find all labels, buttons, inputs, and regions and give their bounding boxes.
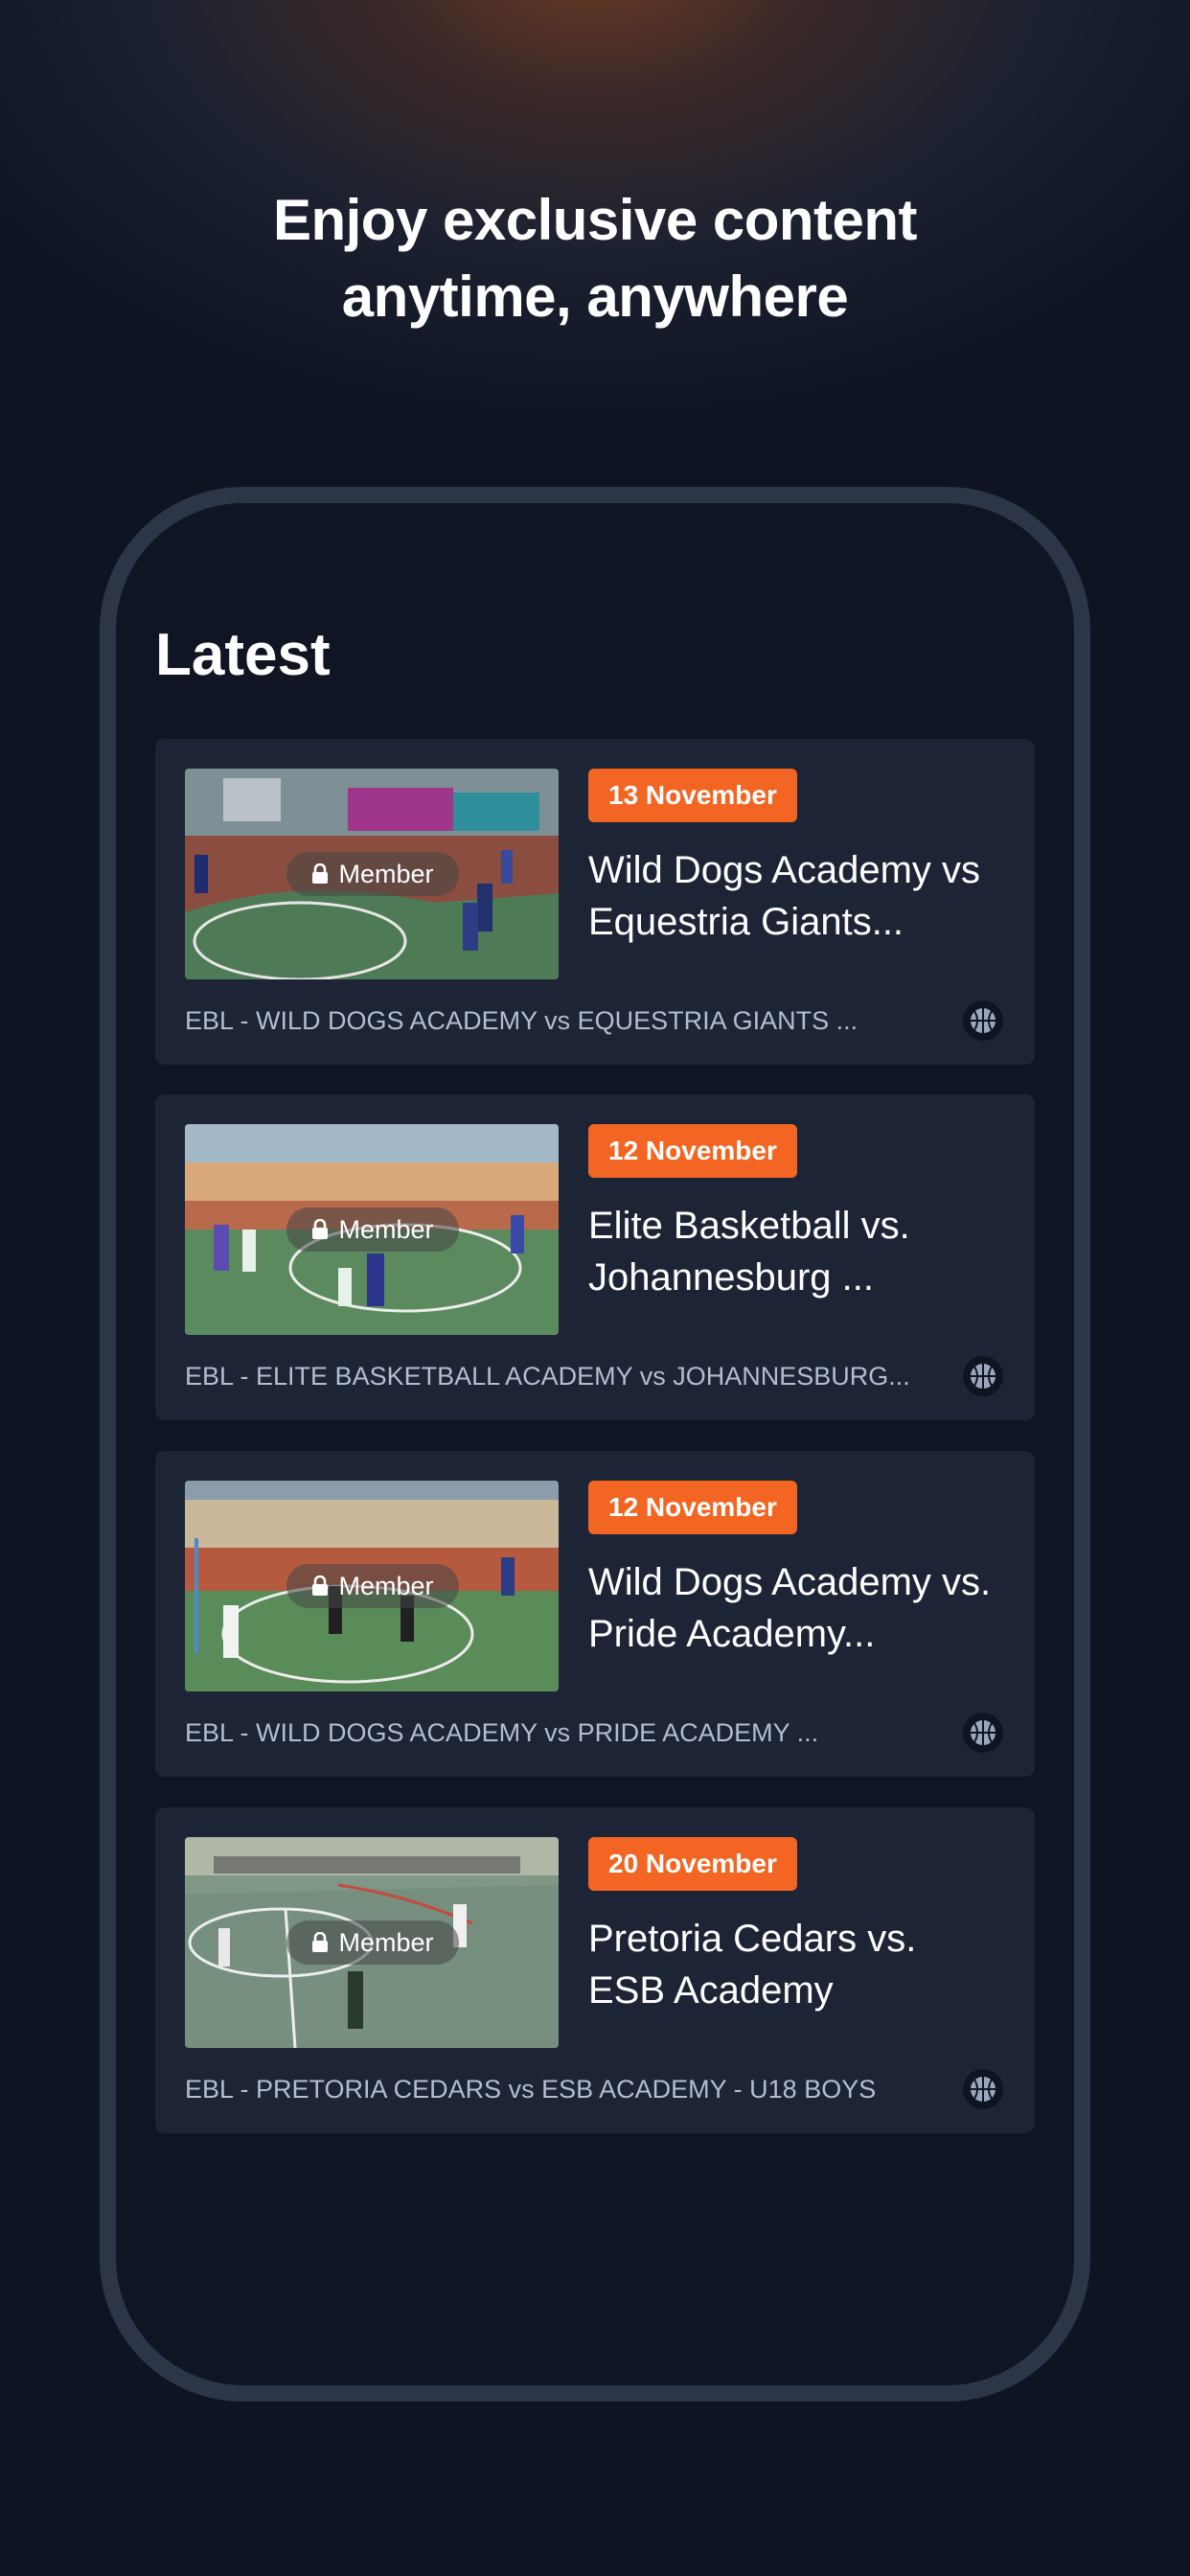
card-title-line-1: Pretoria Cedars vs. (588, 1918, 917, 1960)
member-label: Member (338, 1214, 434, 1244)
card-title-line-1: Wild Dogs Academy vs (588, 849, 981, 891)
headline: Enjoy exclusive content anytime, anywher… (0, 182, 1190, 335)
member-badge: Member (286, 1920, 459, 1965)
lock-icon (312, 863, 329, 884)
card-title-line-1: Elite Basketball vs. (588, 1205, 910, 1247)
headline-line-2: anytime, anywhere (341, 264, 849, 329)
card-title-line-1: Wild Dogs Academy vs. (588, 1561, 992, 1603)
member-label: Member (338, 1927, 434, 1957)
video-card[interactable]: Member 13 November Wild Dogs Academy vs … (155, 739, 1035, 1065)
video-thumbnail[interactable]: Member (185, 1837, 559, 2048)
member-badge: Member (286, 1208, 459, 1252)
card-subtitle: EBL - ELITE BASKETBALL ACADEMY vs JOHANN… (185, 1362, 910, 1391)
card-title-line-2: ESB Academy (588, 1969, 834, 2012)
card-title: Wild Dogs Academy vs. Pride Academy... (588, 1556, 1019, 1660)
video-card[interactable]: Member 20 November Pretoria Cedars vs. E… (155, 1807, 1035, 2133)
video-thumbnail[interactable]: Member (185, 1481, 559, 1691)
video-thumbnail[interactable]: Member (185, 1124, 559, 1335)
card-subtitle: EBL - WILD DOGS ACADEMY vs EQUESTRIA GIA… (185, 1006, 858, 1035)
basketball-icon (963, 1356, 1003, 1396)
member-label: Member (338, 859, 434, 888)
date-badge: 12 November (588, 1124, 797, 1178)
card-title-line-2: Pride Academy... (588, 1613, 876, 1655)
card-subtitle: EBL - PRETORIA CEDARS vs ESB ACADEMY - U… (185, 2075, 877, 2104)
basketball-icon (963, 1713, 1003, 1753)
card-title: Pretoria Cedars vs. ESB Academy (588, 1913, 1019, 2016)
video-card[interactable]: Member 12 November Wild Dogs Academy vs.… (155, 1451, 1035, 1777)
card-title-line-2: Johannesburg ... (588, 1256, 874, 1299)
lock-icon (312, 1576, 329, 1596)
date-badge: 12 November (588, 1481, 797, 1534)
basketball-icon (963, 2069, 1003, 2109)
member-label: Member (338, 1571, 434, 1600)
basketball-icon (963, 1000, 1003, 1041)
lock-icon (312, 1219, 329, 1239)
card-title-line-2: Equestria Giants... (588, 901, 904, 943)
date-badge: 20 November (588, 1837, 797, 1891)
member-badge: Member (286, 852, 459, 896)
headline-line-1: Enjoy exclusive content (272, 188, 918, 252)
card-subtitle: EBL - WILD DOGS ACADEMY vs PRIDE ACADEMY… (185, 1718, 819, 1747)
section-title: Latest (155, 622, 331, 688)
member-badge: Member (286, 1564, 459, 1608)
card-title: Elite Basketball vs. Johannesburg ... (588, 1200, 1019, 1303)
date-badge: 13 November (588, 769, 797, 822)
card-title: Wild Dogs Academy vs Equestria Giants... (588, 844, 1019, 948)
video-card[interactable]: Member 12 November Elite Basketball vs. … (155, 1094, 1035, 1420)
lock-icon (312, 1932, 329, 1952)
video-thumbnail[interactable]: Member (185, 769, 559, 979)
